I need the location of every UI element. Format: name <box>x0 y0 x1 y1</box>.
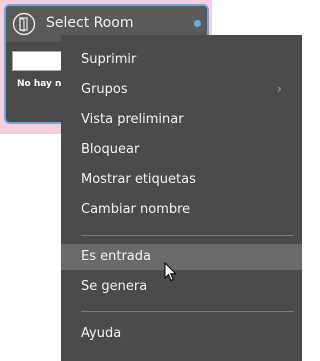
menu-item-label: Grupos <box>81 82 128 97</box>
menu-item-se-genera[interactable]: Se genera <box>61 274 302 300</box>
menu-item-label: Suprimir <box>81 52 137 67</box>
output-port[interactable] <box>194 20 201 27</box>
menu-item-mostrar-etiquetas[interactable]: Mostrar etiquetas <box>61 167 302 193</box>
menu-item-suprimir[interactable]: Suprimir <box>61 47 302 73</box>
menu-item-label: Vista preliminar <box>81 112 184 127</box>
menu-item-label: Cambiar nombre <box>81 202 191 217</box>
menu-item-es-entrada[interactable]: Es entrada <box>61 244 302 270</box>
menu-item-label: Es entrada <box>81 249 151 264</box>
menu-item-cambiar-nombre[interactable]: Cambiar nombre <box>61 197 302 223</box>
menu-item-bloquear[interactable]: Bloquear <box>61 137 302 163</box>
mouse-pointer-icon <box>164 262 177 282</box>
menu-separator <box>81 235 294 236</box>
chevron-right-icon: › <box>276 82 282 97</box>
menu-separator <box>81 311 294 312</box>
node-status-message: No hay na <box>17 79 68 89</box>
menu-item-grupos[interactable]: Grupos › <box>61 77 302 103</box>
menu-item-label: Se genera <box>81 279 148 294</box>
node-title: Select Room <box>46 15 134 31</box>
menu-item-label: Bloquear <box>81 142 140 157</box>
menu-item-label: Mostrar etiquetas <box>81 172 196 187</box>
menu-item-ayuda[interactable]: Ayuda <box>61 321 302 347</box>
menu-item-label: Ayuda <box>81 326 122 341</box>
menu-item-vista-preliminar[interactable]: Vista preliminar <box>61 107 302 133</box>
context-menu: Suprimir Grupos › Vista preliminar Bloque… <box>61 35 302 361</box>
door-icon <box>12 12 36 36</box>
